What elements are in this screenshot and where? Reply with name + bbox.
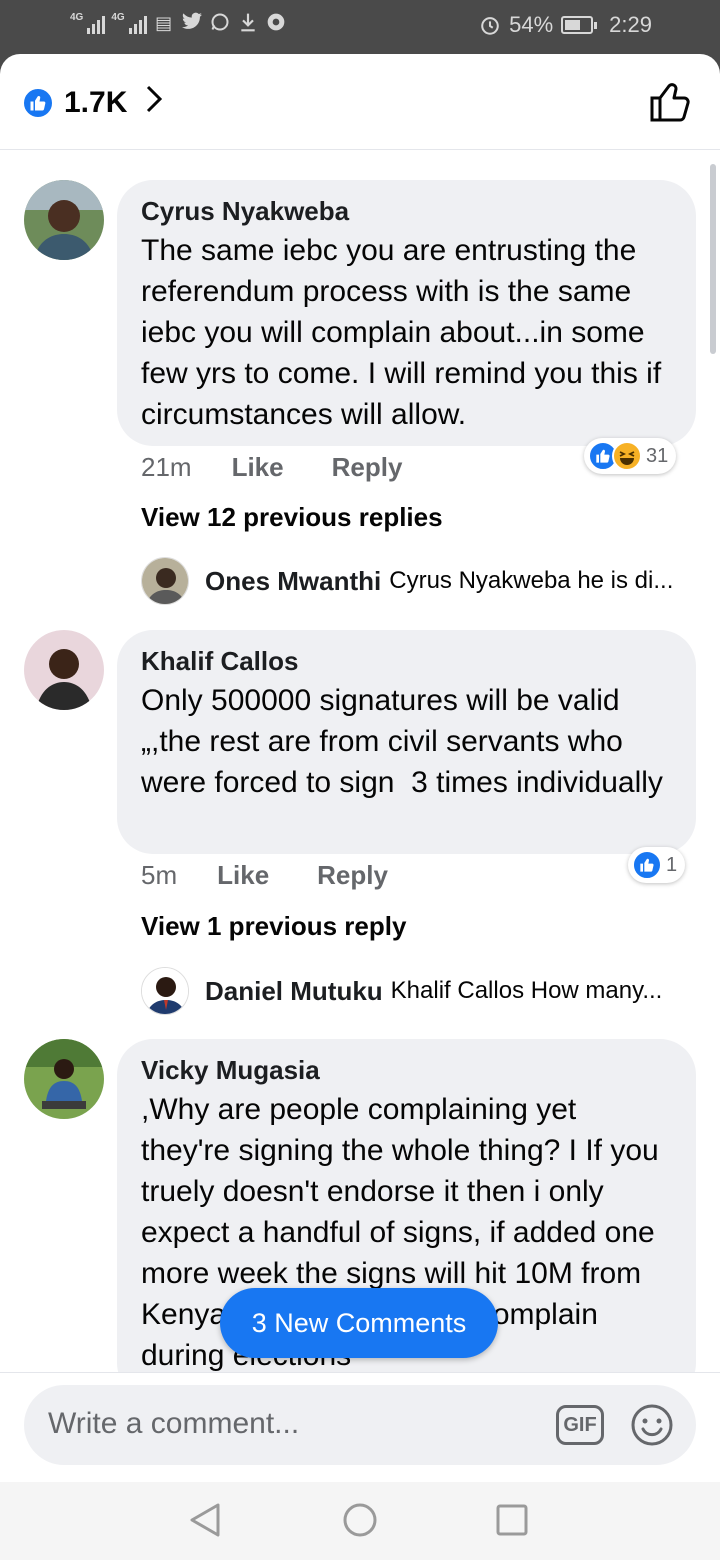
signal-icon-2: 4G [111,12,147,34]
signal-icon: 4G [70,12,106,34]
comment-bubble[interactable]: Cyrus Nyakweba The same iebc you are ent… [117,180,696,446]
network-type-label: 4G [70,12,84,23]
download-icon [237,12,259,34]
thumbs-up-outline-icon [650,83,690,122]
avatar[interactable] [24,1039,104,1119]
new-comments-button[interactable]: 3 New Comments [220,1288,498,1358]
comments-sheet: 1.7K Cyrus Nyakweba The same iebc you ar… [0,54,720,1560]
comment-actions: 5m Like Reply [141,860,388,891]
reply-button[interactable]: Reply [317,860,388,891]
smiley-icon [631,1404,673,1446]
reply-author[interactable]: Daniel Mutuku [205,976,383,1007]
like-button[interactable]: Like [232,452,284,483]
reply-author[interactable]: Ones Mwanthi [205,566,381,597]
home-circle-icon [343,1503,377,1537]
comment-author[interactable]: Khalif Callos [141,646,672,676]
whatsapp-icon [209,12,231,34]
twitter-icon [181,12,203,34]
alarm-icon [479,14,501,36]
reply-text: Khalif Callos How many... [390,977,663,1004]
reaction-count: 31 [646,444,669,467]
like-post-button[interactable] [648,80,692,124]
haha-reaction-icon [612,441,642,471]
avatar[interactable] [141,967,189,1015]
battery-icon [561,16,598,34]
back-triangle-icon [190,1503,220,1537]
comment-author[interactable]: Cyrus Nyakweba [141,196,672,226]
reaction-count: 1 [666,853,678,876]
scrollbar[interactable] [710,164,716,354]
avatar[interactable] [24,630,104,710]
recent-apps-button[interactable] [496,1504,528,1541]
view-previous-replies[interactable]: View 1 previous reply [141,911,406,942]
message-icon: ▤ [155,13,173,33]
home-button[interactable] [342,1502,378,1543]
like-reaction-icon [22,87,54,119]
reply-preview[interactable]: Daniel Mutuku Khalif Callos How many... [141,967,662,1015]
comment-time: 5m [141,860,178,890]
comment-input[interactable]: Write a comment... GIF [24,1385,696,1465]
clock: 2:29 [609,12,652,37]
network-type-label-2: 4G [111,12,125,23]
comment-composer: Write a comment... GIF [0,1372,720,1482]
comment-time: 21m [141,452,192,482]
reaction-count: 1.7K [64,86,128,119]
gif-button[interactable]: GIF [556,1405,604,1445]
like-reaction-icon [632,850,662,880]
reply-button[interactable]: Reply [332,452,403,483]
reply-preview[interactable]: Ones Mwanthi Cyrus Nyakweba he is di... [141,557,673,605]
status-bar: 4G 4G ▤ 54% 2:29 [0,0,720,54]
comment-reactions[interactable]: 31 [584,438,677,474]
like-button[interactable]: Like [217,860,269,891]
battery-percent: 54% [509,12,554,37]
comments-header: 1.7K [0,54,720,150]
view-previous-replies[interactable]: View 12 previous replies [141,502,443,533]
emoji-button[interactable] [630,1403,674,1447]
comment-actions: 21m Like Reply [141,452,402,483]
chrome-icon [265,12,287,34]
recent-square-icon [496,1504,528,1536]
comment-text: Only 500000 signatures will be valid „,t… [141,684,663,799]
reaction-summary[interactable]: 1.7K [22,84,163,122]
comment-input-placeholder: Write a comment... [48,1407,300,1440]
comment-text: The same iebc you are entrusting the ref… [141,234,670,431]
avatar[interactable] [24,180,104,260]
navigation-bar [0,1482,720,1560]
comment-bubble[interactable]: Khalif Callos Only 500000 signatures wil… [117,630,696,854]
chevron-right-icon [145,84,163,122]
comment-author[interactable]: Vicky Mugasia [141,1055,672,1085]
comment-reactions[interactable]: 1 [628,847,686,883]
reply-text: Cyrus Nyakweba he is di... [389,567,674,594]
back-button[interactable] [188,1502,222,1543]
avatar[interactable] [141,557,189,605]
